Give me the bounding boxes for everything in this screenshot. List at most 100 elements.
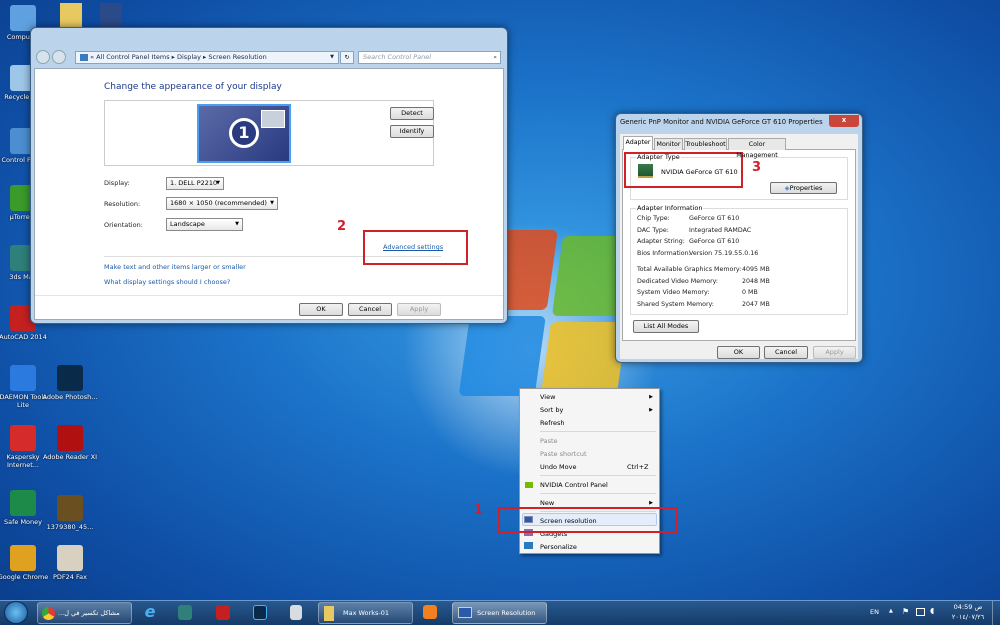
desktop-icon-adobe-photosh[interactable]: Adobe Photosh... (40, 365, 100, 401)
photoshop-taskbar-icon[interactable] (253, 605, 267, 620)
screen-resolution-highlight (498, 507, 678, 533)
media-player-taskbar-icon[interactable] (423, 605, 437, 619)
taskbar-folder[interactable]: Max Works-01 (318, 602, 413, 624)
ok-button[interactable]: OK (299, 303, 343, 316)
menu-item-personalize[interactable]: Personalize (540, 543, 577, 551)
menu-separator (540, 475, 656, 476)
app-icon (10, 490, 36, 516)
desktop-icon-1379380-45[interactable]: 1379380_45... (40, 495, 100, 531)
chrome-icon (42, 607, 55, 620)
menu-item-undo-move[interactable]: Undo Move (540, 463, 576, 471)
apply-button[interactable]: Apply (397, 303, 441, 316)
clock-time[interactable]: ص 04:59 (948, 603, 988, 611)
autocad-taskbar-icon[interactable] (216, 605, 230, 620)
address-bar[interactable]: « All Control Panel Items ▸ Display ▸ Sc… (75, 51, 339, 64)
monitor-1-preview[interactable]: 1 (197, 104, 291, 163)
menu-item-sort-by[interactable]: Sort by (540, 406, 563, 414)
breadcrumb-0[interactable]: All Control Panel Items (96, 53, 169, 61)
display-value: 1. DELL P2210 (170, 179, 218, 187)
menu-item-refresh[interactable]: Refresh (540, 419, 565, 427)
close-icon: x (841, 116, 847, 124)
app-icon (57, 545, 83, 571)
resolution-value: 1680 × 1050 (recommended) (170, 199, 267, 207)
search-input[interactable]: Search Control Panel ⌕ (358, 51, 501, 64)
desktop-icon-adobe-reader-xi[interactable]: Adobe Reader XI (40, 425, 100, 461)
resolution-select[interactable]: 1680 × 1050 (recommended) ▼ (166, 197, 278, 210)
info-label: Adapter String: (637, 238, 685, 246)
info-label: Bios Information: (637, 250, 691, 258)
properties-label: Properties (789, 184, 823, 192)
orientation-value: Landscape (170, 220, 205, 228)
menu-item-paste[interactable]: Paste (540, 437, 558, 445)
display-select[interactable]: 1. DELL P2210 ▼ (166, 177, 224, 190)
breadcrumb-2[interactable]: Screen Resolution (208, 53, 266, 61)
cancel-button[interactable]: Cancel (764, 346, 808, 359)
submenu-arrow-icon: ▶ (649, 394, 653, 400)
start-button[interactable] (4, 601, 28, 624)
language-indicator[interactable]: EN (870, 608, 879, 616)
info-value: 0 MB (742, 289, 758, 297)
forward-button[interactable] (52, 50, 66, 64)
menu-item-view[interactable]: View (540, 393, 555, 401)
action-center-flag-icon[interactable]: ⚑ (902, 607, 909, 616)
breadcrumb-1[interactable]: Display (177, 53, 201, 61)
info-label: System Video Memory: (637, 289, 710, 297)
properties-button[interactable]: ◈Properties (770, 182, 837, 194)
cancel-button[interactable]: Cancel (348, 303, 392, 316)
desktop-icon-label: Adobe Reader XI (42, 453, 98, 461)
tab-monitor[interactable]: Monitor (654, 138, 683, 150)
desktop-icon-pdf24-fax[interactable]: PDF24 Fax (40, 545, 100, 581)
orientation-select[interactable]: Landscape ▼ (166, 218, 243, 231)
info-label: Chip Type: (637, 215, 670, 222)
tab-color-management[interactable]: Color Management (728, 138, 786, 159)
taskbar-chrome[interactable]: ...مشاكل تكسير في ل (37, 602, 132, 624)
back-button[interactable] (36, 50, 50, 64)
folder-icon[interactable] (60, 3, 82, 27)
adapter-properties-dialog: Generic PnP Monitor and NVIDIA GeForce G… (615, 113, 863, 363)
show-hidden-icons[interactable]: ▲ (889, 608, 893, 614)
chevron-down-icon: ▼ (235, 221, 239, 227)
window-thumbnail (261, 110, 285, 128)
text-size-link[interactable]: Make text and other items larger or smal… (104, 263, 246, 271)
network-icon[interactable] (916, 608, 925, 616)
calculator-taskbar-icon[interactable] (290, 605, 302, 620)
menu-separator (540, 493, 656, 494)
info-label: DAC Type: (637, 226, 669, 234)
menu-item-paste-shortcut[interactable]: Paste shortcut (540, 450, 587, 458)
list-all-modes-button[interactable]: List All Modes (633, 320, 699, 333)
step-2-annotation: 2 (337, 219, 347, 234)
taskbar-screen-resolution[interactable]: Screen Resolution (452, 602, 547, 624)
tab-troubleshoot[interactable]: Troubleshoot (684, 138, 727, 150)
ie-icon[interactable]: e (140, 602, 160, 624)
desktop-icon-label: AutoCAD 2014 (0, 333, 47, 341)
chevron-down-icon[interactable]: ▼ (330, 52, 334, 63)
identify-button[interactable]: Identify (390, 125, 434, 138)
3dsmax-shortcut-icon[interactable] (100, 3, 122, 27)
chevron-down-icon: ▼ (270, 200, 274, 206)
app-icon (57, 425, 83, 451)
tab-adapter[interactable]: Adapter (623, 136, 653, 150)
resolution-label: Resolution: (104, 200, 141, 208)
3dsmax-taskbar-icon[interactable] (178, 605, 192, 620)
info-label: Total Available Graphics Memory: (637, 266, 742, 273)
apply-button[interactable]: Apply (813, 346, 856, 359)
show-desktop-button[interactable] (992, 601, 1000, 625)
menu-item-nvidia-control-panel[interactable]: NVIDIA Control Panel (540, 481, 608, 489)
submenu-arrow-icon: ▶ (649, 407, 653, 413)
volume-icon[interactable]: ◖ (930, 606, 934, 615)
screen-resolution-label: Screen Resolution (477, 609, 536, 617)
monitor-number: 1 (229, 118, 259, 148)
display-help-link[interactable]: What display settings should I choose? (104, 278, 230, 286)
menu-item-new[interactable]: New (540, 499, 554, 507)
detect-button[interactable]: Detect (390, 107, 434, 120)
desktop-icon-label: 1379380_45... (46, 523, 94, 531)
info-value: Version 75.19.55.0.16 (689, 250, 759, 258)
dialog-title: Generic PnP Monitor and NVIDIA GeForce G… (620, 118, 823, 126)
refresh-button[interactable]: ↻ (340, 51, 354, 64)
info-value: Integrated RAMDAC (689, 226, 752, 234)
app-icon (10, 425, 36, 451)
close-button[interactable]: x (829, 115, 859, 127)
ok-button[interactable]: OK (717, 346, 760, 359)
adapter-type-highlight (624, 152, 743, 188)
clock-date[interactable]: ٢٠١٤/٠٧/٢٦ (948, 613, 988, 621)
